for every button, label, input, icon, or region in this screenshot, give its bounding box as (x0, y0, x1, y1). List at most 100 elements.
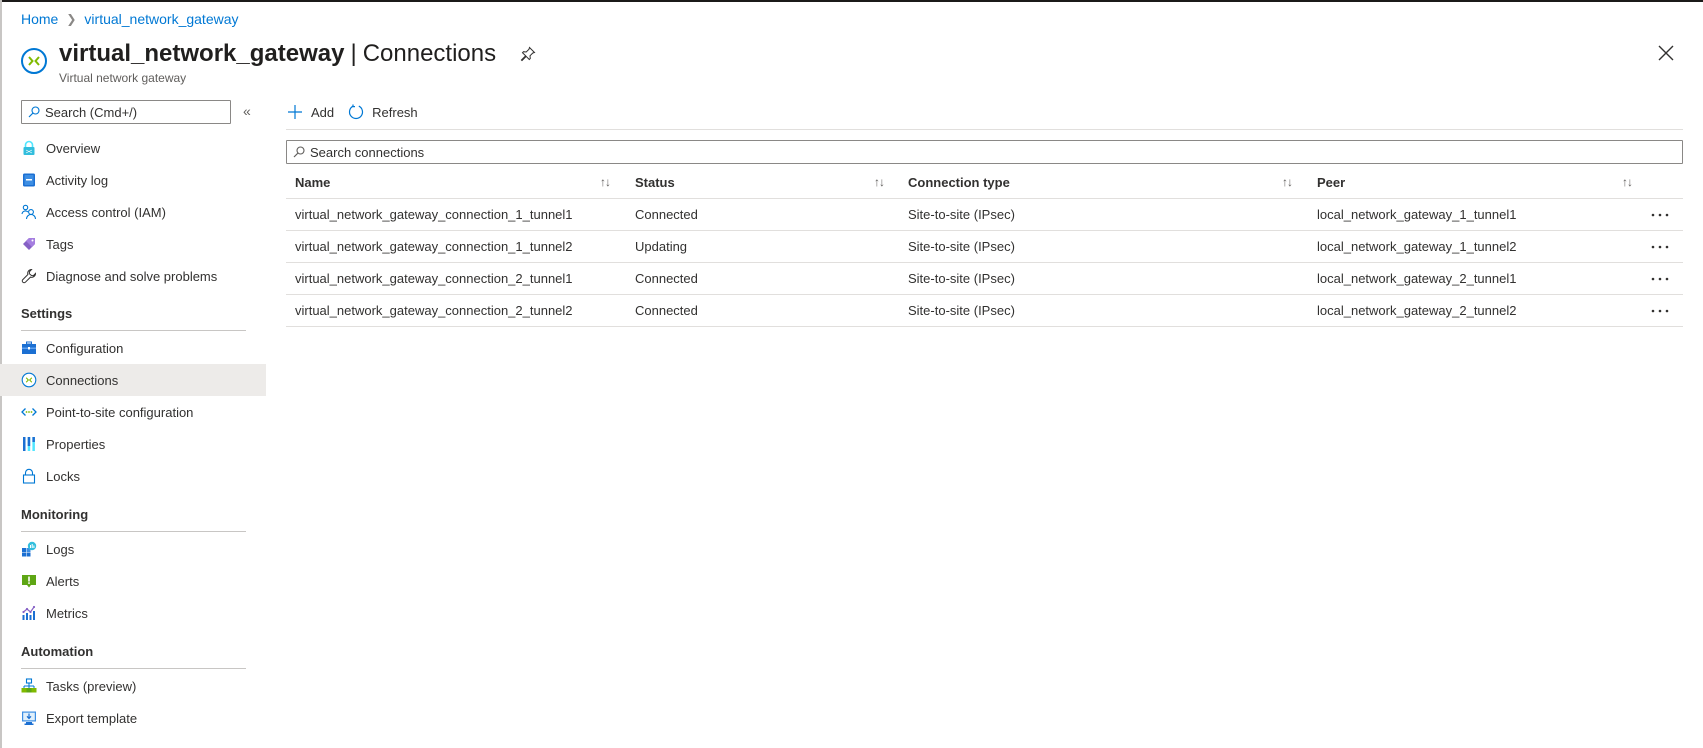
menu-item-access-control[interactable]: Access control (IAM) (0, 196, 266, 228)
connection-name[interactable]: virtual_network_gateway_connection_1_tun… (295, 231, 573, 262)
tag-icon (21, 236, 37, 252)
table-row[interactable]: virtual_network_gateway_connection_1_tun… (286, 231, 1683, 263)
properties-icon (21, 436, 37, 452)
menu-item-tasks[interactable]: Tasks (preview) (0, 670, 266, 702)
grid-header-row: Name ↑↓ Status ↑↓ Connection type ↑↓ Pee… (286, 166, 1683, 199)
column-header-peer[interactable]: Peer (1317, 166, 1345, 198)
menu-item-label: Connections (46, 372, 119, 388)
menu-search-box[interactable] (21, 100, 231, 124)
menu-item-label: Point-to-site configuration (46, 404, 194, 420)
menu-item-export-template[interactable]: Export template (0, 702, 266, 734)
overview-icon (21, 140, 37, 156)
connection-peer: local_network_gateway_2_tunnel2 (1317, 303, 1517, 318)
resource-name: virtual_network_gateway (59, 40, 345, 67)
section-title-settings: Settings (21, 306, 73, 321)
sort-icon[interactable]: ↑↓ (600, 166, 611, 198)
activity-log-icon (21, 172, 37, 188)
connections-search-input[interactable] (310, 144, 1610, 160)
menu-item-locks[interactable]: Locks (0, 460, 266, 492)
menu-item-label: Overview (46, 140, 101, 156)
menu-item-label: Activity log (46, 172, 109, 188)
menu-item-properties[interactable]: Properties (0, 428, 266, 460)
table-row[interactable]: virtual_network_gateway_connection_2_tun… (286, 263, 1683, 295)
menu-item-label: Diagnose and solve problems (46, 268, 218, 284)
connection-name[interactable]: virtual_network_gateway_connection_1_tun… (295, 199, 573, 230)
section-title-monitoring: Monitoring (21, 507, 89, 522)
more-options-icon[interactable] (1651, 231, 1669, 262)
add-button-label: Add (311, 104, 335, 120)
connections-search-box[interactable] (286, 140, 1683, 164)
add-button[interactable]: Add (287, 104, 334, 120)
refresh-icon (349, 104, 364, 120)
menu-item-label: Tasks (preview) (46, 678, 137, 694)
alerts-icon (21, 573, 37, 589)
sort-icon[interactable]: ↑↓ (874, 166, 885, 198)
top-border (0, 0, 1703, 2)
connection-peer: local_network_gateway_1_tunnel1 (1317, 207, 1517, 222)
resource-type: Virtual network gateway (59, 71, 187, 85)
menu-item-label: Tags (46, 236, 74, 252)
collapse-menu-icon[interactable]: « (243, 103, 251, 119)
connection-status: Connected (635, 271, 698, 286)
page-title: Connections (362, 40, 497, 67)
connections-grid: Name ↑↓ Status ↑↓ Connection type ↑↓ Pee… (286, 166, 1683, 327)
menu-item-connections[interactable]: Connections (0, 364, 266, 396)
connection-name[interactable]: virtual_network_gateway_connection_2_tun… (295, 295, 573, 326)
point-to-site-icon (21, 404, 37, 420)
close-icon[interactable] (1657, 44, 1675, 62)
table-row[interactable]: virtual_network_gateway_connection_2_tun… (286, 295, 1683, 327)
blade-header: virtual_network_gateway | Connections Vi… (20, 40, 536, 85)
table-row[interactable]: virtual_network_gateway_connection_1_tun… (286, 199, 1683, 231)
section-title-automation: Automation (21, 644, 94, 659)
more-options-icon[interactable] (1651, 263, 1669, 294)
menu-item-label: Export template (46, 710, 138, 726)
column-header-status[interactable]: Status (635, 166, 675, 198)
section-divider (21, 531, 246, 532)
sort-icon[interactable]: ↑↓ (1282, 166, 1293, 198)
virtual-network-gateway-icon (21, 48, 47, 74)
breadcrumb-resource[interactable]: virtual_network_gateway (84, 11, 238, 27)
menu-item-alerts[interactable]: Alerts (0, 565, 266, 597)
menu-item-logs[interactable]: Logs (0, 533, 266, 565)
search-icon (293, 146, 305, 158)
search-icon (28, 106, 40, 118)
menu-item-configuration[interactable]: Configuration (0, 332, 266, 364)
logs-icon (21, 541, 37, 557)
sort-icon[interactable]: ↑↓ (1622, 166, 1633, 198)
connection-peer: local_network_gateway_2_tunnel1 (1317, 271, 1517, 286)
connection-type: Site-to-site (IPsec) (908, 271, 1015, 286)
more-options-icon[interactable] (1651, 295, 1669, 326)
connection-name[interactable]: virtual_network_gateway_connection_2_tun… (295, 263, 573, 294)
menu-item-diagnose[interactable]: Diagnose and solve problems (0, 260, 266, 292)
connection-type: Site-to-site (IPsec) (908, 303, 1015, 318)
tasks-icon (21, 678, 37, 694)
menu-item-point-to-site[interactable]: Point-to-site configuration (0, 396, 266, 428)
column-header-name[interactable]: Name (295, 166, 330, 198)
menu-search-input[interactable] (45, 104, 225, 120)
connection-status: Updating (635, 239, 688, 254)
pin-icon[interactable] (520, 46, 536, 62)
command-bar: Add Refresh (287, 100, 432, 124)
iam-icon (21, 204, 37, 220)
menu-item-metrics[interactable]: Metrics (0, 597, 266, 629)
breadcrumb-home[interactable]: Home (21, 11, 58, 27)
connection-peer: local_network_gateway_1_tunnel2 (1317, 239, 1517, 254)
connection-type: Site-to-site (IPsec) (908, 207, 1015, 222)
menu-item-label: Logs (46, 541, 75, 557)
column-header-connection-type[interactable]: Connection type (908, 166, 1010, 198)
lock-icon (21, 468, 37, 484)
menu-item-overview[interactable]: Overview (0, 132, 266, 164)
title-separator: | (350, 40, 357, 67)
menu-item-label: Access control (IAM) (46, 204, 166, 220)
breadcrumb: Home ❯ virtual_network_gateway (21, 11, 239, 27)
menu-item-label: Configuration (46, 340, 124, 356)
section-divider (21, 668, 246, 669)
more-options-icon[interactable] (1651, 199, 1669, 230)
menu-item-label: Alerts (46, 573, 80, 589)
menu-item-activity-log[interactable]: Activity log (0, 164, 266, 196)
export-template-icon (21, 710, 37, 726)
refresh-button[interactable]: Refresh (348, 104, 418, 120)
metrics-icon (21, 605, 37, 621)
connections-icon (21, 372, 37, 388)
menu-item-tags[interactable]: Tags (0, 228, 266, 260)
